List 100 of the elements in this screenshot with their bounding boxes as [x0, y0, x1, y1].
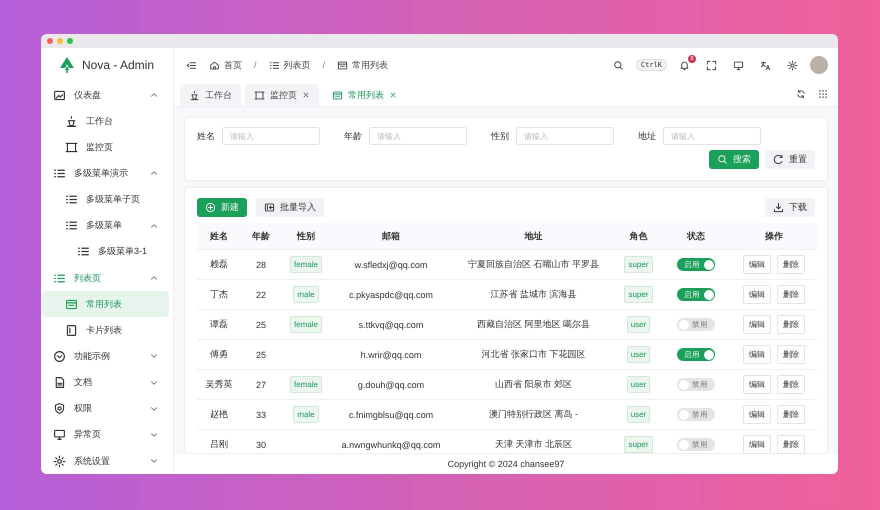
list-icon — [77, 245, 90, 258]
card-icon — [65, 324, 78, 337]
breadcrumb-separator: / — [322, 60, 326, 70]
role-tag: user — [626, 376, 650, 393]
sidebar-item[interactable]: 多级菜单子页 — [41, 186, 169, 213]
table-icon — [332, 90, 343, 100]
page-tab[interactable]: 监控页 — [245, 84, 319, 106]
table-cell: 澳门特别行政区 离岛 - — [451, 400, 616, 430]
table-cell: h.wrir@qq.com — [331, 340, 451, 370]
table-cell: 傅勇 — [197, 340, 241, 370]
search-icon — [717, 154, 728, 165]
page-tab[interactable]: 工作台 — [180, 84, 241, 106]
reset-icon — [773, 154, 784, 165]
row-action-button[interactable]: 编辑 — [743, 255, 771, 274]
translate-icon — [760, 60, 771, 70]
sidebar-item[interactable]: 功能示例 — [41, 343, 169, 370]
sidebar-item[interactable]: 多级菜单演示 — [41, 160, 169, 187]
app-title: Nova - Admin — [82, 58, 154, 72]
row-action-button[interactable]: 删除 — [777, 405, 805, 424]
column-header: 操作 — [731, 223, 817, 250]
row-action-button[interactable]: 删除 — [777, 375, 805, 394]
breadcrumb-separator: / — [254, 60, 257, 70]
sidebar-item[interactable]: 异常页 — [41, 422, 169, 448]
sidebar-item[interactable]: 卡片列表 — [41, 317, 169, 344]
monitor-icon — [53, 428, 66, 442]
list-icon — [65, 193, 78, 206]
role-tag: super — [624, 286, 652, 303]
table-cell: w.sfledxj@qq.com — [331, 250, 451, 280]
sidebar-item[interactable]: 仪表盘 — [41, 82, 169, 108]
row-action-button[interactable]: 删除 — [777, 345, 805, 364]
table-cell: 27 — [241, 370, 281, 400]
monitor-icon — [733, 60, 744, 70]
row-action-button[interactable]: 删除 — [777, 315, 805, 334]
breadcrumb-link[interactable]: 列表页 — [268, 58, 311, 72]
sidebar-item[interactable]: 工作台 — [41, 108, 169, 134]
table-cell: 33 — [241, 400, 281, 430]
field-label: 性别 — [491, 130, 509, 142]
input-field[interactable]: 请输入 — [516, 127, 614, 145]
sidebar-item[interactable]: 监控页 — [41, 134, 169, 160]
role-tag: user — [626, 346, 650, 363]
input-field[interactable]: 请输入 — [663, 127, 761, 145]
home-icon — [209, 60, 220, 70]
gender-tag: female — [290, 256, 322, 273]
table-cell: 赖磊 — [197, 250, 241, 280]
role-tag: super — [624, 436, 652, 453]
table-cell: 谭磊 — [197, 310, 241, 340]
gender-tag: female — [290, 376, 322, 393]
gender-tag: female — [290, 316, 322, 333]
table-cell: 吴秀英 — [197, 370, 241, 400]
column-header: 角色 — [616, 223, 661, 250]
input-field[interactable]: 请输入 — [222, 127, 320, 145]
table-cell: 河北省 张家口市 下花园区 — [451, 340, 616, 370]
sidebar-item[interactable]: 文档 — [41, 370, 169, 396]
field-label: 地址 — [638, 130, 656, 142]
list-icon — [53, 166, 66, 180]
table-cell: 22 — [241, 280, 281, 310]
tree-logo-icon — [60, 57, 74, 73]
row-action-button[interactable]: 编辑 — [743, 285, 771, 304]
table-cell: 宁夏回族自治区 石嘴山市 平罗县 — [451, 250, 616, 280]
row-action-button[interactable]: 编辑 — [743, 315, 771, 334]
table-cell: 28 — [241, 250, 281, 280]
column-header: 性别 — [281, 223, 331, 250]
table-cell: 赵艳 — [197, 400, 241, 430]
sidebar-item[interactable]: 多级菜单3-1 — [41, 238, 169, 265]
column-header: 状态 — [661, 223, 731, 250]
row-action-button[interactable]: 删除 — [777, 435, 805, 454]
lamp-icon — [189, 90, 200, 100]
row-action-button[interactable]: 删除 — [777, 285, 805, 304]
row-action-button[interactable]: 编辑 — [743, 375, 771, 394]
frame-icon — [65, 140, 78, 154]
table-cell: 山西省 阳泉市 郊区 — [451, 370, 616, 400]
sidebar-item[interactable]: 系统设置 — [41, 448, 169, 474]
breadcrumb-link[interactable]: 常用列表 — [337, 58, 388, 72]
breadcrumb-link[interactable]: 首页 — [209, 58, 242, 72]
table-cell: c.pkyaspdc@qq.com — [331, 280, 451, 310]
field-label: 姓名 — [197, 130, 215, 142]
row-action-button[interactable]: 编辑 — [743, 345, 771, 364]
table-cell: g.douh@qq.com — [331, 370, 451, 400]
table-cell: c.fnimgblsu@qq.com — [331, 400, 451, 430]
table-cell: 丁杰 — [197, 280, 241, 310]
role-tag: super — [624, 256, 652, 273]
role-tag: user — [626, 316, 650, 333]
toolbar-button[interactable]: 重置 — [765, 150, 815, 169]
row-action-button[interactable]: 编辑 — [743, 405, 771, 424]
dashboard-icon — [53, 88, 66, 102]
row-action-button[interactable]: 删除 — [777, 255, 805, 274]
shield-icon — [53, 402, 66, 416]
gender-tag: male — [293, 286, 319, 303]
sidebar-item[interactable]: 多级菜单 — [41, 212, 169, 239]
column-header: 年龄 — [241, 223, 281, 250]
search-icon — [612, 60, 624, 70]
row-action-button[interactable]: 编辑 — [743, 435, 771, 454]
gender-tag: male — [293, 406, 319, 423]
input-field[interactable]: 请输入 — [369, 127, 467, 145]
toolbar-button[interactable]: 下载 — [765, 198, 815, 217]
toolbar-button[interactable]: 批量导入 — [256, 198, 324, 217]
download-icon — [773, 202, 784, 213]
sidebar-item[interactable]: 权限 — [41, 396, 169, 422]
bell-icon — [679, 60, 690, 70]
import-icon — [264, 202, 275, 213]
